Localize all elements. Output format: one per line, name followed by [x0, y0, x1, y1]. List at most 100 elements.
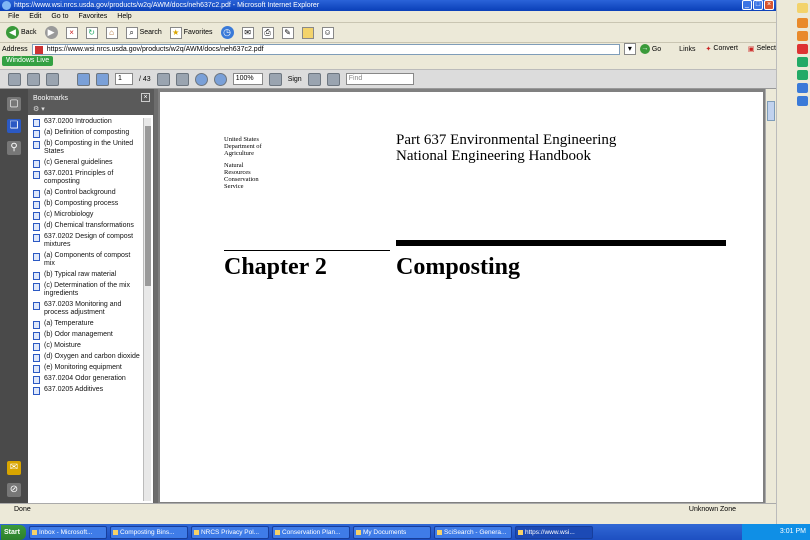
favorites-button[interactable]: ★ Favorites — [168, 25, 215, 41]
bookmark-item[interactable]: 637.0204 Odor generation — [32, 375, 142, 384]
address-dropdown-icon[interactable]: ▾ — [623, 43, 636, 55]
bookmark-item[interactable]: (c) General guidelines — [32, 159, 142, 168]
print-button[interactable]: ⎙ — [260, 25, 276, 41]
sign-menu[interactable]: Sign — [288, 76, 302, 83]
bookmark-item[interactable]: (b) Composting in the United States — [32, 140, 142, 156]
tray-icon-5[interactable] — [797, 57, 808, 67]
windows-live-link[interactable]: Windows Live — [2, 56, 54, 66]
refresh-button[interactable]: ↻ — [84, 25, 100, 41]
bookmark-item[interactable]: (b) Odor management — [32, 331, 142, 340]
taskbar-button[interactable]: https://www.wsi... — [514, 525, 593, 539]
bookmark-item[interactable]: (a) Temperature — [32, 320, 142, 329]
taskbar-button[interactable]: SciSearch - Genera... — [433, 525, 512, 539]
folder-icon — [301, 26, 314, 39]
bookmark-page-icon — [33, 201, 40, 209]
history-button[interactable]: ◷ — [219, 25, 236, 41]
prev-page-icon[interactable] — [77, 72, 90, 86]
address-label: Address — [2, 45, 28, 53]
bookmarks-options-button[interactable]: ⚙ ▾ — [33, 105, 45, 113]
fit-width-icon[interactable] — [307, 72, 321, 86]
tray-icon-7[interactable] — [797, 83, 808, 93]
bookmark-page-icon — [33, 253, 40, 261]
zoom-in-icon[interactable] — [213, 72, 227, 86]
sign-icon[interactable] — [268, 72, 282, 86]
taskbar-button[interactable]: Conservation Plan... — [271, 525, 350, 539]
convert-button[interactable]: ✦ Convert — [706, 45, 738, 53]
zoom-level-select[interactable]: 100% — [232, 73, 263, 85]
tray-icon-1[interactable] — [797, 3, 808, 13]
fit-page-icon[interactable] — [326, 72, 340, 86]
zoom-out-icon[interactable] — [194, 72, 208, 86]
taskbar-button[interactable]: My Documents — [352, 525, 431, 539]
bookmark-item[interactable]: (c) Moisture — [32, 342, 142, 351]
bookmark-item[interactable]: 637.0205 Additives — [32, 386, 142, 395]
bookmark-item[interactable]: 637.0203 Monitoring and process adjustme… — [32, 301, 142, 317]
taskbar-button[interactable]: Composting Bins... — [109, 525, 188, 539]
tray-icon-2[interactable] — [797, 18, 808, 28]
bookmark-item[interactable]: (c) Microbiology — [32, 211, 142, 220]
tray-icon-3[interactable] — [797, 31, 808, 41]
print-pdf-icon[interactable] — [8, 72, 21, 86]
menu-help[interactable]: Help — [117, 13, 131, 20]
taskbar-button[interactable]: Inbox - Microsoft... — [28, 525, 107, 539]
bookmarks-scrollbar[interactable] — [143, 118, 151, 501]
attachments-icon[interactable]: ⚲ — [7, 141, 21, 155]
address-input[interactable]: https://www.wsi.nrcs.usda.gov/products/w… — [31, 43, 620, 55]
comments-icon[interactable]: ✉ — [7, 461, 21, 475]
close-button[interactable]: × — [764, 0, 774, 10]
tray-icon-8[interactable] — [797, 96, 808, 106]
bookmark-item[interactable]: (c) Determination of the mix ingredients — [32, 282, 142, 298]
next-page-icon[interactable] — [96, 72, 109, 86]
stop-button[interactable]: × — [64, 25, 80, 41]
edit-button[interactable]: ✎ — [280, 25, 296, 41]
bookmark-item[interactable]: (b) Typical raw material — [32, 271, 142, 280]
menu-goto[interactable]: Go to — [51, 13, 68, 20]
bookmark-item[interactable]: 637.0202 Design of compost mixtures — [32, 233, 142, 249]
forward-button[interactable]: ▶ — [43, 25, 60, 41]
messenger-button[interactable]: ☺ — [320, 25, 336, 41]
page-number-input[interactable]: 1 — [115, 73, 133, 85]
pages-icon[interactable]: ▢ — [7, 97, 21, 111]
back-button[interactable]: ◀ Back — [4, 25, 39, 41]
tray-icon-4[interactable] — [797, 44, 808, 54]
save-pdf-icon[interactable] — [27, 72, 40, 86]
bookmark-item[interactable]: 637.0201 Principles of composting — [32, 170, 142, 186]
taskbar-button[interactable]: NRCS Privacy Pol... — [190, 525, 269, 539]
bookmark-page-icon — [33, 365, 40, 373]
close-panel-icon[interactable]: × — [141, 93, 150, 102]
bookmarks-icon[interactable]: ❏ — [7, 119, 21, 133]
hand-tool-icon[interactable] — [156, 72, 170, 86]
maximize-button[interactable]: □ — [753, 0, 763, 10]
scroll-thumb[interactable] — [145, 126, 151, 286]
bookmark-item[interactable]: (d) Oxygen and carbon dioxide — [32, 353, 142, 362]
go-button[interactable]: → Go — [639, 44, 661, 54]
paperclip-icon[interactable]: ⊘ — [7, 483, 21, 497]
home-button[interactable]: ⌂ — [104, 25, 120, 41]
bookmark-item[interactable]: (a) Definition of composting — [32, 129, 142, 138]
menu-favorites[interactable]: Favorites — [78, 13, 107, 20]
folder-button[interactable] — [300, 25, 316, 41]
bookmark-item[interactable]: (a) Components of compost mix — [32, 252, 142, 268]
bookmark-item[interactable]: (b) Composting process — [32, 200, 142, 209]
document-scrollbar[interactable] — [765, 89, 776, 503]
find-input[interactable]: Find — [345, 73, 414, 85]
menu-file[interactable]: File — [8, 13, 19, 20]
select-tool-icon[interactable] — [175, 72, 189, 86]
bookmark-item[interactable]: (d) Chemical transformations — [32, 222, 142, 231]
bookmark-label: (d) Oxygen and carbon dioxide — [44, 353, 140, 360]
bookmark-label: 637.0204 Odor generation — [44, 375, 126, 382]
search-button[interactable]: ⌕ Search — [124, 25, 164, 41]
tray-icon-6[interactable] — [797, 70, 808, 80]
agency-block: United States Department of Agriculture Nat… — [224, 136, 294, 190]
bookmark-item[interactable]: (a) Control background — [32, 189, 142, 198]
bookmark-item[interactable]: 637.0200 Introduction — [32, 118, 142, 127]
document-scroll-thumb[interactable] — [767, 101, 775, 121]
links-label[interactable]: Links — [679, 46, 695, 53]
minimize-button[interactable]: _ — [742, 0, 752, 10]
start-button[interactable]: Start — [1, 524, 26, 540]
bookmark-item[interactable]: (e) Monitoring equipment — [32, 364, 142, 373]
mail-button[interactable]: ✉ — [240, 25, 256, 41]
menu-edit[interactable]: Edit — [29, 13, 41, 20]
select-button[interactable]: ▣ Select — [748, 45, 776, 53]
email-pdf-icon[interactable] — [46, 72, 59, 86]
